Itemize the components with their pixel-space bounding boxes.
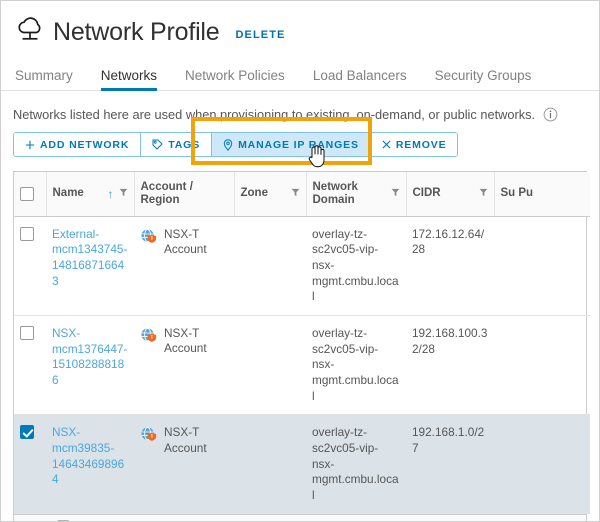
globe-shield-icon <box>140 228 158 250</box>
column-label-zone: Zone <box>240 187 268 200</box>
remove-label: REMOVE <box>395 138 447 151</box>
cell-name: NSX-mcm39835-146434698964 <box>46 414 134 514</box>
tags-button[interactable]: TAGS <box>141 133 213 156</box>
cell-account: NSX-T Account <box>134 414 234 514</box>
row-checkbox[interactable] <box>20 226 34 241</box>
column-header-zone[interactable]: Zone <box>234 172 307 217</box>
description-text: Networks listed here are used when provi… <box>13 107 536 122</box>
cell-name: NSX-mcm1376447-151082888186 <box>46 315 134 416</box>
filter-funnel-icon[interactable] <box>119 188 128 200</box>
table-footer: 1 <box>13 514 587 521</box>
filter-funnel-icon[interactable] <box>291 188 300 200</box>
column-label-name: Name <box>52 187 84 200</box>
cell-cidr: 172.16.12.64/28 <box>406 216 494 316</box>
cell-zone <box>234 315 306 416</box>
add-network-button[interactable]: ADD NETWORK <box>14 133 142 156</box>
tab-summary[interactable]: Summary <box>13 68 87 90</box>
tags-label: TAGS <box>168 138 201 151</box>
network-name-link[interactable]: NSX-mcm1376447-151082888186 <box>52 326 127 387</box>
row-checkbox[interactable] <box>20 325 34 340</box>
info-circle-icon[interactable] <box>543 107 558 122</box>
column-header-cidr[interactable]: CIDR <box>406 172 495 217</box>
tab-load-balancers[interactable]: Load Balancers <box>299 68 421 90</box>
globe-shield-icon <box>140 426 158 448</box>
row-checkbox[interactable] <box>20 425 34 440</box>
cell-cidr: 192.168.100.32/28 <box>406 315 494 416</box>
cell-support-public <box>494 315 590 416</box>
description-row: Networks listed here are used when provi… <box>1 91 599 132</box>
close-x-icon <box>382 140 391 149</box>
network-name-link[interactable]: NSX-mcm39835-146434698964 <box>52 425 124 486</box>
column-label-account-region: Account / Region <box>140 180 193 206</box>
cell-account: NSX-T Account <box>134 315 234 416</box>
pointer-hand-cursor <box>307 144 327 173</box>
page-title: Network Profile <box>53 17 220 46</box>
column-label-cidr: CIDR <box>412 187 441 200</box>
cell-support-public <box>494 216 590 316</box>
network-name-link[interactable]: External-mcm1343745-148168716643 <box>52 227 127 288</box>
cell-network-domain: overlay-tz-sc2vc05-vip-nsx-mgmt.cmbu.loc… <box>306 216 406 316</box>
cell-network-domain: overlay-tz-sc2vc05-vip-nsx-mgmt.cmbu.loc… <box>306 315 406 416</box>
row-select-cell <box>14 315 46 416</box>
filter-funnel-icon[interactable] <box>391 188 400 200</box>
table-row[interactable]: NSX-mcm39835-146434698964 NSX-T Account … <box>14 414 590 514</box>
globe-shield-icon <box>140 327 158 349</box>
networks-table-container: Name ↑ Account / Region Zone Network Dom… <box>13 171 590 515</box>
filter-funnel-icon[interactable] <box>479 188 488 200</box>
table-body: External-mcm1343745-148168716643 NSX-T A… <box>14 216 590 514</box>
column-label-network-domain: Network Domain <box>312 180 358 206</box>
tab-bar: Summary Networks Network Policies Load B… <box>1 59 599 91</box>
tab-security-groups[interactable]: Security Groups <box>421 68 546 90</box>
cell-zone <box>234 216 306 316</box>
plus-icon <box>25 140 35 150</box>
row-select-cell <box>14 216 46 316</box>
cell-support-public <box>494 414 590 514</box>
tag-icon <box>152 139 163 150</box>
table-row[interactable]: External-mcm1343745-148168716643 NSX-T A… <box>14 216 590 316</box>
cell-account: NSX-T Account <box>134 216 234 316</box>
tab-networks[interactable]: Networks <box>87 68 171 91</box>
column-header-name[interactable]: Name ↑ <box>46 172 135 217</box>
select-all-header <box>14 172 47 217</box>
action-toolbar: ADD NETWORK TAGS MANAGE IP RANGES REMOVE <box>13 132 459 157</box>
account-name: NSX-T Account <box>164 325 207 356</box>
cell-cidr: 192.168.1.0/27 <box>406 414 494 514</box>
delete-button[interactable]: DELETE <box>236 29 286 41</box>
column-header-support-public[interactable]: Su Pu <box>494 172 590 217</box>
map-pin-icon <box>223 138 233 151</box>
sort-asc-arrow-icon[interactable]: ↑ <box>108 188 114 200</box>
manage-ip-ranges-label: MANAGE IP RANGES <box>238 138 359 151</box>
networks-table: Name ↑ Account / Region Zone Network Dom… <box>14 172 590 514</box>
table-header-row: Name ↑ Account / Region Zone Network Dom… <box>14 172 590 217</box>
cell-name: External-mcm1343745-148168716643 <box>46 216 134 316</box>
cell-zone <box>234 414 306 514</box>
cloud-network-icon <box>13 17 47 47</box>
row-select-cell <box>14 414 46 514</box>
account-name: NSX-T Account <box>164 425 207 455</box>
toolbar-container: ADD NETWORK TAGS MANAGE IP RANGES REMOVE <box>1 117 599 168</box>
column-header-account-region[interactable]: Account / Region <box>134 172 235 217</box>
column-label-support-public: Su Pu <box>500 187 534 200</box>
table-row[interactable]: NSX-mcm1376447-151082888186 NSX-T Accoun… <box>14 315 590 416</box>
account-name: NSX-T Account <box>164 226 207 256</box>
page-header: Network Profile DELETE <box>1 1 599 51</box>
table-header: Name ↑ Account / Region Zone Network Dom… <box>14 172 590 217</box>
network-profile-page: Network Profile DELETE Summary Networks … <box>0 0 600 522</box>
add-network-label: ADD NETWORK <box>40 138 130 151</box>
select-all-checkbox[interactable] <box>20 186 34 201</box>
tab-network-policies[interactable]: Network Policies <box>171 68 299 90</box>
cell-network-domain: overlay-tz-sc2vc05-vip-nsx-mgmt.cmbu.loc… <box>306 414 406 514</box>
manage-ip-ranges-button[interactable]: MANAGE IP RANGES <box>212 133 371 156</box>
column-header-network-domain[interactable]: Network Domain <box>306 172 407 217</box>
remove-button[interactable]: REMOVE <box>370 133 458 156</box>
